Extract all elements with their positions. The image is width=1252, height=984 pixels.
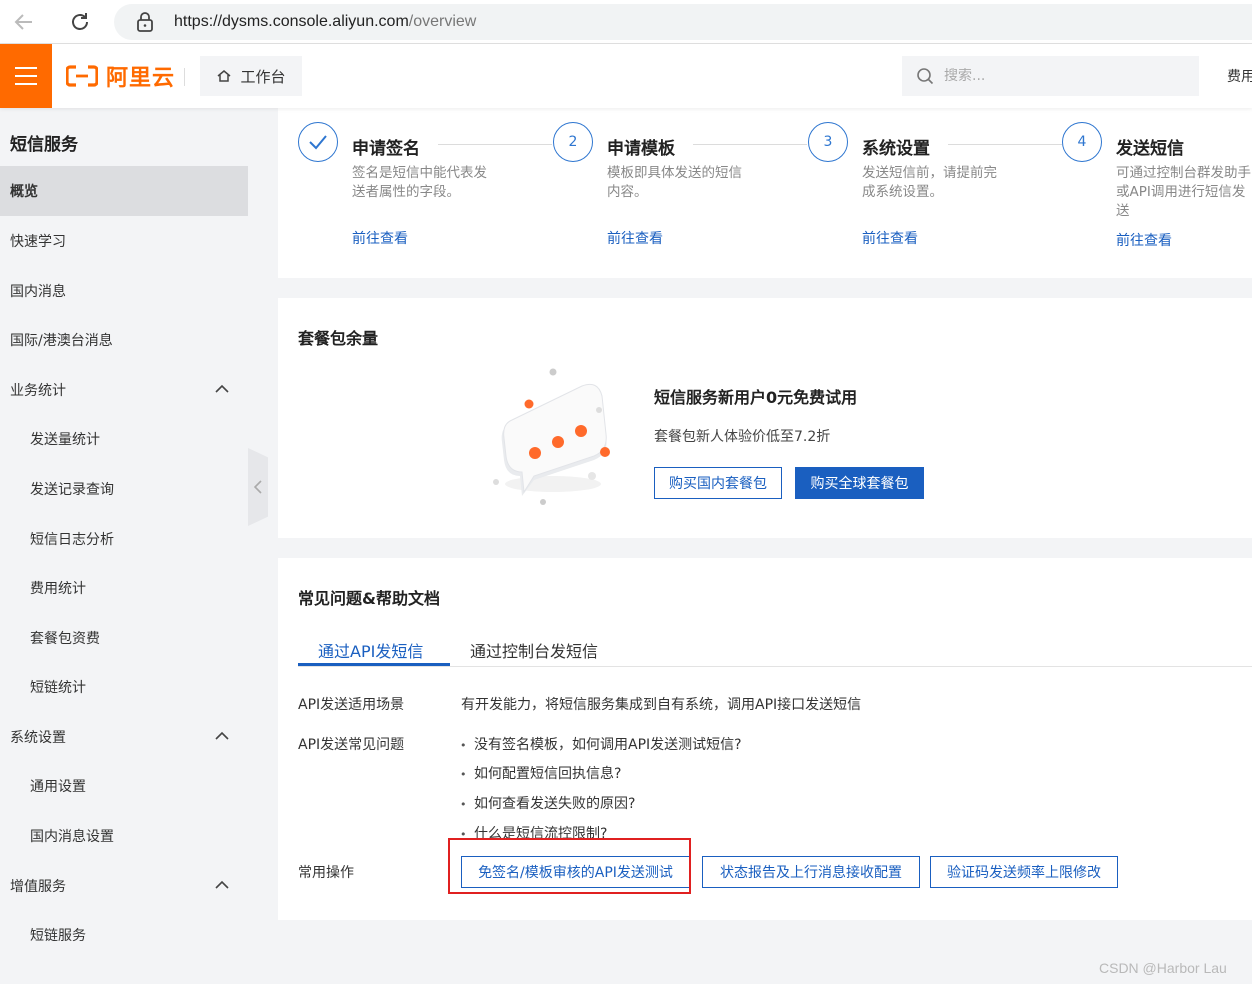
highlight-annotation <box>448 838 691 894</box>
step-desc: 模板即具体发送的短信内容。 <box>607 165 742 200</box>
url-text: https://dysms.console.aliyun.com/overvie… <box>174 13 477 30</box>
hamburger-icon <box>15 67 37 69</box>
sidebar-item-cost-stats[interactable]: 费用统计 <box>0 563 248 613</box>
lock-icon <box>137 12 153 32</box>
sidebar-item-shortlink-service[interactable]: 短链服务 <box>0 910 248 960</box>
buy-global-package-button[interactable]: 购买全球套餐包 <box>795 467 924 499</box>
step-1-done <box>298 122 338 162</box>
watermark: CSDN @Harbor Lau <box>1099 960 1227 976</box>
step-title: 系统设置 <box>862 139 930 159</box>
faq-question-link[interactable]: 没有签名模板，如何调用API发送测试短信? <box>460 734 742 754</box>
buy-domestic-package-button[interactable]: 购买国内套餐包 <box>654 467 782 499</box>
scene-label: API发送适用场景 <box>298 697 405 713</box>
step-number: 3 <box>808 122 848 162</box>
sidebar-item-shortlink-stats[interactable]: 短链统计 <box>0 662 248 712</box>
step-connector <box>948 144 1062 145</box>
sidebar-title: 短信服务 <box>10 135 78 155</box>
faq-help-card: 常见问题&帮助文档 通过API发短信 通过控制台发短信 API发送适用场景 有开… <box>278 558 1252 920</box>
address-bar[interactable]: https://dysms.console.aliyun.com/overvie… <box>114 4 1252 40</box>
sidebar-item-domestic[interactable]: 国内消息 <box>0 266 248 316</box>
step-title: 申请模板 <box>607 139 675 159</box>
back-button[interactable] <box>10 8 38 36</box>
chevron-left-icon <box>253 480 262 494</box>
sidebar-group-system-settings[interactable]: 系统设置 <box>0 712 248 762</box>
workbench-label: 工作台 <box>240 67 286 86</box>
onboarding-steps: 申请签名 签名是短信中能代表发送者属性的字段。 前往查看 2 申请模板 模板即具… <box>278 108 1252 278</box>
active-tab-indicator <box>298 663 450 666</box>
chat-bubble-illustration <box>493 368 610 505</box>
aliyun-logo-icon <box>66 65 98 87</box>
arrow-left-icon <box>14 14 32 30</box>
chevron-up-icon <box>215 731 229 740</box>
step-desc: 可通过控制台群发助手或API调用进行短信发送 <box>1116 165 1251 219</box>
chevron-up-icon <box>215 384 229 393</box>
chevron-up-icon <box>215 880 229 889</box>
step-connector <box>693 144 807 145</box>
sidebar-item-overview[interactable]: 概览 <box>0 166 248 216</box>
sidebar-group-statistics[interactable]: 业务统计 <box>0 365 248 415</box>
sidebar-item-international[interactable]: 国际/港澳台消息 <box>0 315 248 365</box>
tab-console-sms[interactable]: 通过控制台发短信 <box>470 638 598 662</box>
reload-icon <box>72 13 88 30</box>
sidebar-group-value-added[interactable]: 增值服务 <box>0 861 248 911</box>
menu-button[interactable] <box>0 44 52 108</box>
search-input[interactable] <box>944 68 1184 84</box>
header-divider <box>184 68 185 86</box>
home-icon <box>218 70 231 82</box>
sidebar-item-package-pricing[interactable]: 套餐包资费 <box>0 613 248 663</box>
step-title: 申请签名 <box>352 139 420 159</box>
sidebar-item-send-volume[interactable]: 发送量统计 <box>0 414 248 464</box>
step-number: 2 <box>553 122 593 162</box>
console-header: 阿里云 工作台 费用 <box>0 44 1252 108</box>
sidebar-item-domestic-settings[interactable]: 国内消息设置 <box>0 811 248 861</box>
tabs-divider <box>298 666 1252 667</box>
package-subtext: 套餐包新人体验价低至7.2折 <box>654 429 831 445</box>
faq-question-link[interactable]: 如何查看发送失败的原因? <box>460 793 635 813</box>
step-desc: 发送短信前，请提前完成系统设置。 <box>862 165 997 200</box>
status-report-config-button[interactable]: 状态报告及上行消息接收配置 <box>702 856 920 888</box>
sidebar-item-quick-learn[interactable]: 快速学习 <box>0 216 248 266</box>
step-title: 发送短信 <box>1116 139 1184 159</box>
sidebar-collapse-handle[interactable] <box>248 448 268 526</box>
step-desc: 签名是短信中能代表发送者属性的字段。 <box>352 165 487 200</box>
ops-label: 常用操作 <box>298 865 354 881</box>
card-title: 套餐包余量 <box>298 329 379 348</box>
package-headline: 短信服务新用户0元免费试用 <box>654 388 858 407</box>
aliyun-logo[interactable]: 阿里云 <box>66 62 176 91</box>
step-number: 4 <box>1062 122 1102 162</box>
sidebar-item-general-settings[interactable]: 通用设置 <box>0 761 248 811</box>
workbench-button[interactable]: 工作台 <box>200 56 302 96</box>
sidebar-item-send-records[interactable]: 发送记录查询 <box>0 464 248 514</box>
card-title: 常见问题&帮助文档 <box>298 589 440 608</box>
captcha-rate-limit-button[interactable]: 验证码发送频率上限修改 <box>930 856 1118 888</box>
search-box[interactable] <box>902 56 1199 96</box>
sidebar-item-log-analysis[interactable]: 短信日志分析 <box>0 514 248 564</box>
faq-question-link[interactable]: 如何配置短信回执信息? <box>460 763 621 783</box>
step-link[interactable]: 前往查看 <box>862 228 918 248</box>
search-icon <box>917 68 934 85</box>
faq-label: API发送常见问题 <box>298 737 405 753</box>
fee-menu[interactable]: 费用 <box>1227 66 1252 86</box>
step-link[interactable]: 前往查看 <box>1116 230 1172 250</box>
logo-text: 阿里云 <box>106 66 176 91</box>
scene-value: 有开发能力，将短信服务集成到自有系统，调用API接口发送短信 <box>461 697 862 713</box>
step-link[interactable]: 前往查看 <box>607 228 663 248</box>
sidebar: 短信服务 概览 快速学习 国内消息 国际/港澳台消息 业务统计 发送量统计 发送… <box>0 108 248 984</box>
step-link[interactable]: 前往查看 <box>352 228 408 248</box>
check-icon <box>309 135 327 150</box>
reload-button[interactable] <box>66 8 94 36</box>
package-balance-card: 套餐包余量 短信服务新用户0元免费试用 套餐包新人体验价低至7.2折 购买国内套… <box>278 298 1252 538</box>
step-connector <box>438 144 552 145</box>
tab-api-sms[interactable]: 通过API发短信 <box>318 638 423 662</box>
browser-toolbar: https://dysms.console.aliyun.com/overvie… <box>0 0 1252 44</box>
